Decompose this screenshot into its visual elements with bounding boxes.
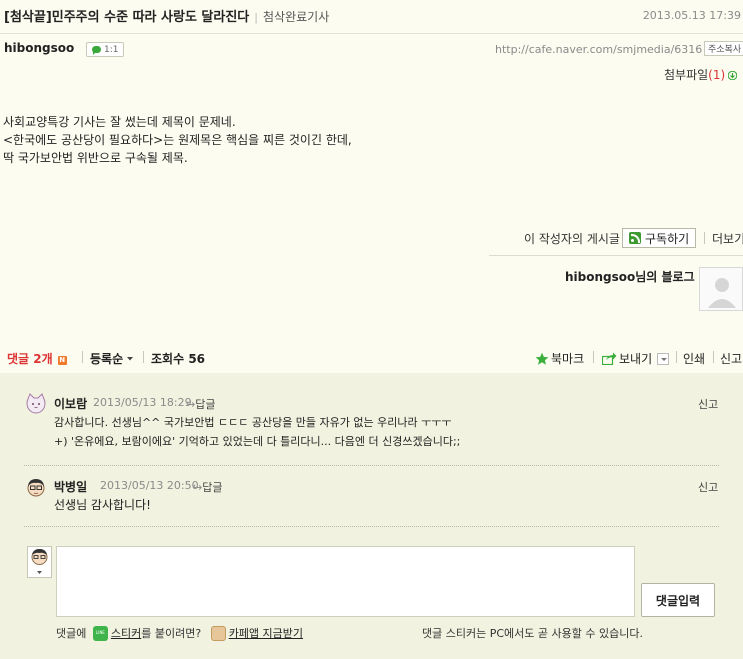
body-line: 사회교양특강 기사는 잘 썼는데 제목이 문제네. [3, 115, 236, 129]
bookmark-label: 북마크 [551, 352, 585, 366]
subscribe-label: 구독하기 [645, 231, 690, 246]
author-blog-link[interactable]: hibongsoo님의 블로그 [565, 268, 695, 285]
star-icon [535, 352, 549, 365]
blog-avatar[interactable] [699, 267, 743, 311]
comment-line: 선생님 감사합니다! [54, 498, 151, 512]
new-badge: N [57, 356, 67, 365]
body-line: 딱 국가보안법 위반으로 구속될 제목. [3, 151, 188, 165]
reply-button[interactable]: ↪답글 [193, 479, 222, 495]
views-value: 56 [188, 352, 206, 366]
copy-url-button[interactable]: 주소복사 [704, 41, 743, 56]
share-icon [602, 352, 617, 365]
cafe-app-link[interactable]: 카페앱 지금받기 [229, 627, 303, 640]
person-avatar-icon [27, 479, 45, 497]
attachment-label: 첨부파일 [664, 68, 709, 82]
writer-avatar-selector[interactable] [27, 546, 52, 578]
comment-text: 감사합니다. 선생님^^ 국가보안법 ㄷㄷㄷ 공산당을 만들 자유가 없는 우리… [54, 413, 460, 451]
comment-line: 감사합니다. 선생님^^ 국가보안법 ㄷㄷㄷ 공산당을 만들 자유가 없는 우리… [54, 416, 452, 429]
author-posts-link[interactable]: 이 작성자의 게시글 [524, 230, 620, 247]
post-author[interactable]: hibongsoo [4, 41, 74, 55]
comment-avatar[interactable] [25, 393, 47, 415]
post-title: [첨삭끝]민주주의 수준 따라 사랑도 달라진다 [4, 10, 250, 25]
comment-author[interactable]: 이보람 [54, 395, 87, 412]
divider [713, 351, 714, 363]
reply-label: 답글 [195, 398, 216, 411]
reply-arrow-icon: ↪ [186, 398, 196, 411]
comment-report-button[interactable]: 신고 [698, 479, 718, 495]
comment-avatar[interactable] [25, 476, 47, 498]
chevron-down-icon [127, 357, 134, 361]
attachment-count: (1) [708, 68, 726, 82]
sort-dropdown[interactable]: 등록순 [90, 350, 134, 367]
comment-author[interactable]: 박병일 [54, 478, 87, 495]
report-post-button[interactable]: 신고 [720, 350, 742, 367]
default-profile-icon [700, 268, 742, 310]
print-button[interactable]: 인쇄 [683, 350, 705, 367]
more-link[interactable]: 더보기 [712, 230, 743, 247]
comment-divider [24, 465, 719, 466]
cat-avatar-icon [26, 393, 46, 414]
comment-text: 선생님 감사합니다! [54, 496, 151, 515]
share-button[interactable]: 보내기 [602, 350, 670, 367]
attachment-link[interactable]: 첨부파일(1) [664, 66, 738, 83]
post-body: 사회교양특강 기사는 잘 썼는데 제목이 문제네. <한국에도 공산당이 필요하… [3, 113, 352, 167]
subscribe-button[interactable]: 구독하기 [622, 228, 697, 248]
comment-divider [24, 526, 719, 527]
comment-line: +) '온유에요, 보람이에요' 기억하고 있었는데 다 틀리다니... 다음엔… [54, 435, 461, 448]
view-count: 조회수 56 [151, 350, 205, 367]
divider [82, 351, 83, 363]
sticker-suffix: 를 붙이려면? [141, 627, 202, 640]
reply-label: 답글 [202, 481, 223, 494]
download-arrow-icon [727, 69, 738, 81]
sticker-prefix: 댓글에 [56, 627, 87, 640]
share-label: 보내기 [619, 352, 653, 366]
body-line: <한국에도 공산당이 필요하다>는 원제목은 핵심을 찌른 것이긴 한데, [3, 133, 352, 147]
divider [593, 351, 594, 363]
divider [676, 351, 677, 363]
divider [704, 232, 705, 244]
comment-input[interactable] [56, 546, 635, 617]
line-app-icon [92, 626, 108, 641]
sort-label: 등록순 [90, 352, 124, 366]
sticker-hint: 댓글에 스티커를 붙이려면? 카페앱 지금받기 [56, 625, 303, 641]
header-divider [0, 33, 743, 34]
post-category[interactable]: 첨삭완료기사 [263, 10, 329, 24]
sticker-link[interactable]: 스티커 [111, 627, 141, 640]
reply-button[interactable]: ↪답글 [186, 396, 215, 412]
sticker-notice: 댓글 스티커는 PC에서도 곧 사용할 수 있습니다. [422, 627, 643, 640]
divider [143, 351, 144, 363]
post-url[interactable]: http://cafe.naver.com/smjmedia/6316 [495, 43, 702, 56]
comment-count[interactable]: 댓글 2개 N [7, 350, 67, 367]
post-date: 2013.05.13 17:39 [642, 9, 741, 22]
rss-icon [629, 232, 641, 244]
speech-bubble-icon [92, 46, 101, 55]
comment-report-button[interactable]: 신고 [698, 396, 718, 412]
comment-date: 2013/05/13 18:29 [93, 396, 192, 409]
comment-date: 2013/05/13 20:50 [100, 479, 199, 492]
share-dropdown-toggle[interactable] [657, 352, 670, 365]
blog-divider [489, 255, 743, 256]
chat-badge-label: 1:1 [104, 44, 119, 55]
submit-comment-button[interactable]: 댓글입력 [641, 583, 715, 617]
title-divider: | [254, 11, 258, 24]
post-header: [첨삭끝]민주주의 수준 따라 사랑도 달라진다 | 첨삭완료기사 [4, 6, 329, 25]
chat-badge[interactable]: 1:1 [86, 42, 125, 57]
views-label: 조회수 [151, 352, 185, 366]
comment-count-label: 댓글 2개 [7, 352, 53, 366]
bookmark-button[interactable]: 북마크 [535, 350, 584, 367]
reply-arrow-icon: ↪ [193, 481, 203, 494]
person-avatar-icon [31, 549, 48, 574]
cafe-app-icon [210, 626, 226, 641]
